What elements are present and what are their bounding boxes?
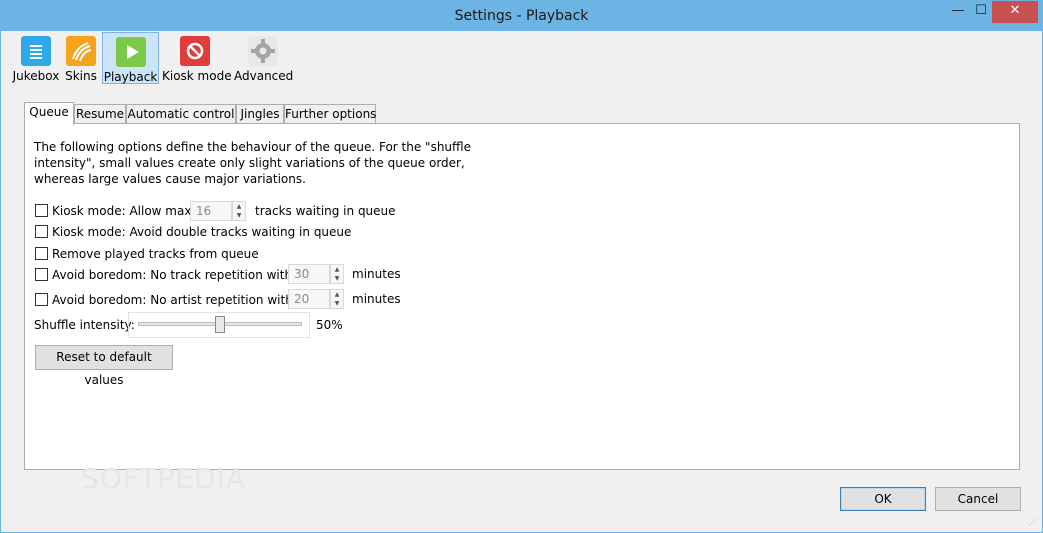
tab-jingles[interactable]: Jingles <box>236 104 284 124</box>
kiosk-double-row: Kiosk mode: Avoid double tracks waiting … <box>35 223 351 241</box>
skins-icon <box>66 36 96 66</box>
shuffle-label: Shuffle intensity: <box>34 318 135 332</box>
stepper-up-icon[interactable]: ▲ <box>331 265 343 274</box>
toolbar-advanced[interactable]: Advanced <box>234 32 294 84</box>
queue-panel: The following options define the behavio… <box>24 123 1020 495</box>
toolbar-kiosk[interactable]: Kiosk mode <box>162 32 232 84</box>
tab-queue[interactable]: Queue <box>24 102 74 125</box>
kiosk-double-label: Kiosk mode: Avoid double tracks waiting … <box>52 225 352 239</box>
kiosk-max-label: Kiosk mode: Allow max. <box>52 204 196 218</box>
close-button[interactable]: ✕ <box>992 1 1038 23</box>
tab-automatic-control[interactable]: Automatic control <box>126 104 236 124</box>
no-track-rep-suffix: minutes <box>352 267 401 281</box>
no-track-rep-input[interactable]: 30 <box>288 264 330 284</box>
toolbar-kiosk-label: Kiosk mode <box>162 69 232 83</box>
kiosk-max-checkbox[interactable] <box>35 204 48 217</box>
no-track-rep-stepper[interactable]: ▲ ▼ <box>330 264 344 284</box>
cancel-button[interactable]: Cancel <box>935 487 1021 511</box>
settings-window: Settings - Playback — ☐ ✕ Jukebox Skins … <box>0 0 1043 533</box>
window-title: Settings - Playback <box>454 8 589 24</box>
title-bar[interactable]: Settings - Playback — ☐ ✕ <box>1 1 1042 31</box>
no-artist-rep-label: Avoid boredom: No artist repetition with… <box>52 293 304 307</box>
stepper-down-icon[interactable]: ▼ <box>331 299 343 308</box>
reset-defaults-button[interactable]: Reset to default values <box>35 345 173 387</box>
maximize-button[interactable]: ☐ <box>971 1 991 23</box>
no-artist-rep-input[interactable]: 20 <box>288 289 330 309</box>
kiosk-max-input[interactable]: 16 <box>190 201 232 221</box>
shuffle-value: 50% <box>316 318 343 332</box>
resize-grip-icon[interactable]: ⋰ <box>1028 518 1036 527</box>
playback-icon <box>116 37 146 67</box>
kiosk-double-checkbox[interactable] <box>35 225 48 238</box>
remove-played-label: Remove played tracks from queue <box>52 247 259 261</box>
toolbar-playback-label: Playback <box>103 70 158 84</box>
no-track-rep-checkbox[interactable] <box>35 268 48 281</box>
no-artist-rep-stepper[interactable]: ▲ ▼ <box>330 289 344 309</box>
minimize-button[interactable]: — <box>945 1 971 23</box>
ok-button[interactable]: OK <box>840 487 926 511</box>
toolbar-advanced-label: Advanced <box>234 69 294 83</box>
toolbar-jukebox-label: Jukebox <box>12 69 60 83</box>
slider-thumb[interactable] <box>215 316 225 333</box>
kiosk-icon <box>180 36 210 66</box>
tab-further-options[interactable]: Further options <box>284 104 376 124</box>
toolbar-jukebox[interactable]: Jukebox <box>12 32 60 84</box>
stepper-down-icon[interactable]: ▼ <box>331 274 343 283</box>
no-artist-rep-row: Avoid boredom: No artist repetition with… <box>35 291 304 309</box>
stepper-up-icon[interactable]: ▲ <box>233 202 245 211</box>
remove-played-row: Remove played tracks from queue <box>35 245 259 263</box>
shuffle-slider[interactable] <box>128 312 310 338</box>
toolbar-skins-label: Skins <box>65 69 97 83</box>
remove-played-checkbox[interactable] <box>35 247 48 260</box>
toolbar-skins[interactable]: Skins <box>63 32 99 84</box>
toolbar-playback[interactable]: Playback <box>102 32 159 84</box>
jukebox-icon <box>21 36 51 66</box>
softpedia-watermark: SOFTPEDIA <box>81 462 247 495</box>
no-artist-rep-checkbox[interactable] <box>35 293 48 306</box>
advanced-gear-icon <box>248 36 278 66</box>
no-track-rep-label: Avoid boredom: No track repetition withi… <box>52 268 304 282</box>
stepper-down-icon[interactable]: ▼ <box>233 211 245 220</box>
queue-description: The following options define the behavio… <box>34 140 472 186</box>
kiosk-max-stepper[interactable]: ▲ ▼ <box>232 201 246 221</box>
tab-resume[interactable]: Resume <box>74 104 126 124</box>
no-artist-rep-suffix: minutes <box>352 292 401 306</box>
no-track-rep-row: Avoid boredom: No track repetition withi… <box>35 266 303 284</box>
stepper-up-icon[interactable]: ▲ <box>331 290 343 299</box>
kiosk-max-suffix: tracks waiting in queue <box>255 204 396 218</box>
kiosk-max-row: Kiosk mode: Allow max. <box>35 202 195 220</box>
